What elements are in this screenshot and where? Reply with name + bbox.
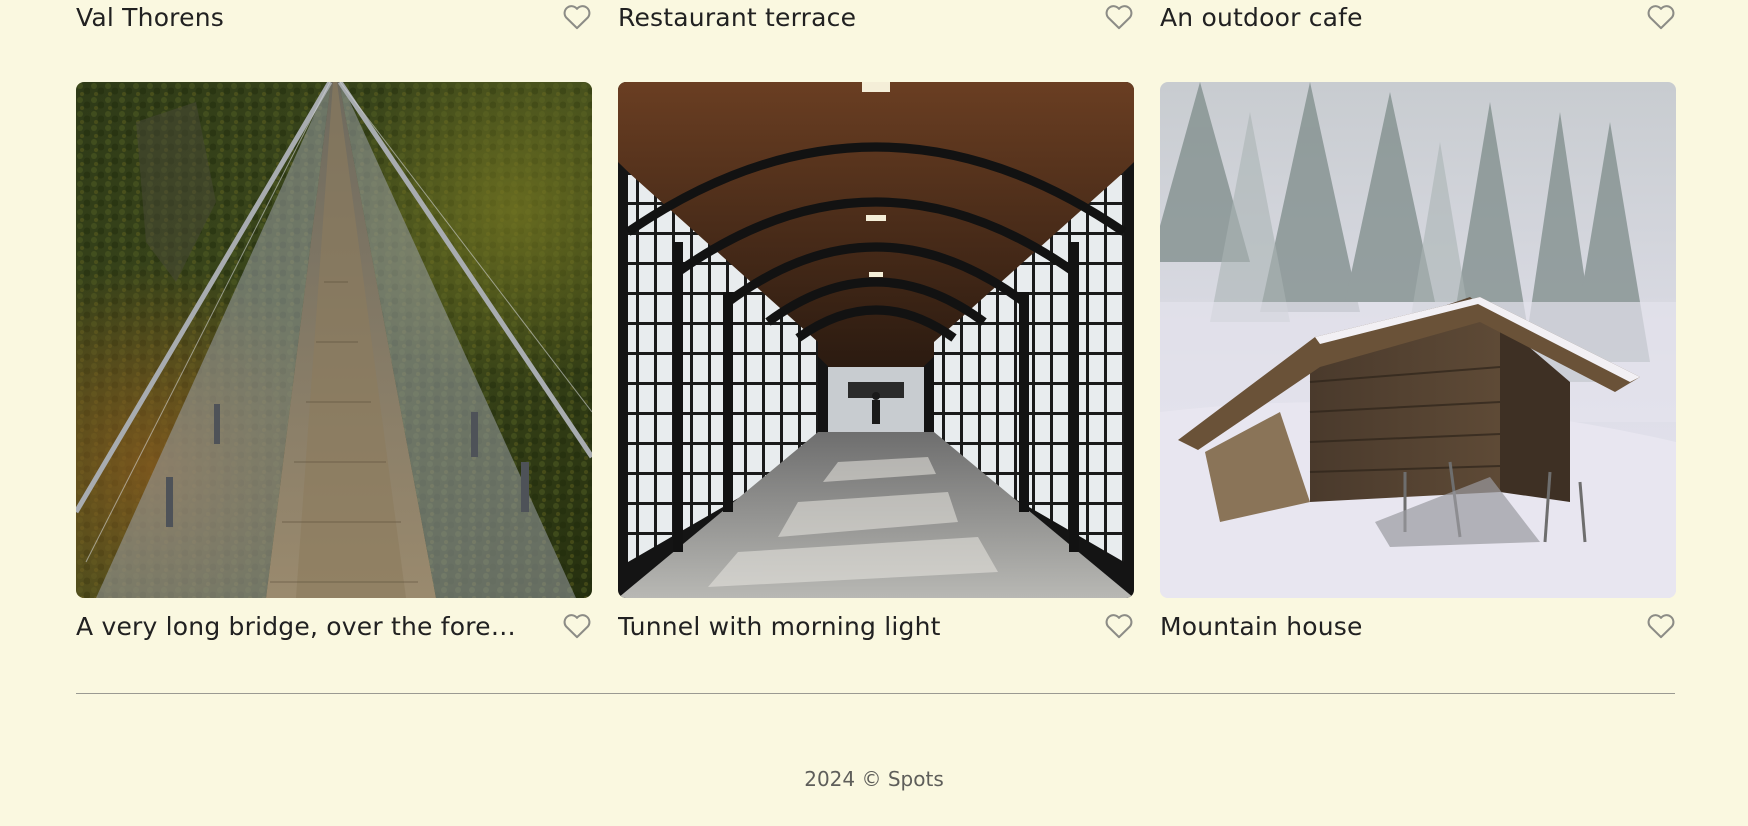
cards-row-top: Val Thorens Restaurant terrace An outdoo… [76,0,1748,34]
heart-outline-icon [1647,614,1675,639]
card-title: Mountain house [1160,611,1363,641]
card-image-bridge[interactable] [76,82,592,598]
card: Tunnel with morning light [618,82,1134,644]
card-title: A very long bridge, over the forest... [76,611,516,641]
heart-outline-icon [563,614,591,639]
heart-outline-icon [1105,5,1133,30]
heart-outline-icon [1105,614,1133,639]
like-button[interactable] [1104,3,1134,31]
card-footer: Restaurant terrace [618,0,1134,34]
card-title: Restaurant terrace [618,2,857,32]
footer-divider [76,693,1675,694]
card-title: Tunnel with morning light [618,611,941,641]
heart-outline-icon [563,5,591,30]
heart-outline-icon [1647,5,1675,30]
card-footer: Val Thorens [76,0,592,34]
card-footer: Mountain house [1160,608,1676,644]
card-image-tunnel[interactable] [618,82,1134,598]
card: Restaurant terrace [618,0,1134,34]
footer-copyright: 2024 © Spots [804,767,944,791]
like-button[interactable] [1646,612,1676,640]
card-title: An outdoor cafe [1160,2,1363,32]
cards-row-bottom: A very long bridge, over the forest... T… [76,82,1748,644]
like-button[interactable] [1646,3,1676,31]
card-image-mountain-house[interactable] [1160,82,1676,598]
card: Mountain house [1160,82,1676,644]
card-footer: An outdoor cafe [1160,0,1676,34]
card-footer: Tunnel with morning light [618,608,1134,644]
card: A very long bridge, over the forest... [76,82,592,644]
card-title: Val Thorens [76,2,224,32]
like-button[interactable] [562,3,592,31]
like-button[interactable] [1104,612,1134,640]
card-footer: A very long bridge, over the forest... [76,608,592,644]
card: Val Thorens [76,0,592,34]
card: An outdoor cafe [1160,0,1676,34]
like-button[interactable] [562,612,592,640]
page: Val Thorens Restaurant terrace An outdoo… [0,0,1748,826]
